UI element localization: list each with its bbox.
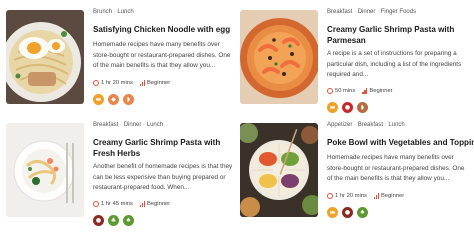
cook-time: 1 hr 20 mins xyxy=(101,80,133,86)
recipe-image[interactable] xyxy=(240,123,318,217)
recipe-title[interactable]: Poke Bowl with Vegetables and Toppings xyxy=(327,137,474,148)
ingredient-icons: ● ♣ ♠ xyxy=(93,215,237,226)
shrimp-icon: ◗ xyxy=(357,102,368,113)
recipe-image[interactable] xyxy=(6,123,84,217)
clock-icon xyxy=(327,193,333,199)
difficulty-level: Beginner xyxy=(146,201,171,207)
leaf-icon: ♠ xyxy=(357,207,368,218)
recipe-card[interactable]: AppetizerBreakfastLunch Poke Bowl with V… xyxy=(240,121,474,236)
recipe-meta: 50 mins Beginner xyxy=(327,87,471,95)
recipe-image[interactable] xyxy=(6,10,84,104)
shrimp-icon: ◗ xyxy=(123,94,134,105)
fish-icon: ◆ xyxy=(108,94,119,105)
tag[interactable]: Finger Foods xyxy=(375,9,416,15)
tag[interactable]: Appetizer xyxy=(327,122,352,128)
tag[interactable]: Dinner xyxy=(352,9,375,15)
recipe-description: A recipe is a set of instructions for pr… xyxy=(327,50,462,78)
cook-time: 50 mins xyxy=(335,88,356,94)
recipe-title[interactable]: Creamy Garlic Shrimp Pasta with Fresh He… xyxy=(93,137,237,159)
recipe-card[interactable]: BreakfastDinnerLunch Creamy Garlic Shrim… xyxy=(6,121,236,236)
clock-icon xyxy=(93,80,99,86)
difficulty-icon xyxy=(139,201,145,207)
herb-icon: ♣ xyxy=(108,215,119,226)
recipe-image[interactable] xyxy=(240,10,318,104)
recipe-meta: 1 hr 20 mins Beginner xyxy=(327,192,471,200)
tag[interactable]: Breakfast xyxy=(352,122,383,128)
recipe-meta: 1 hr 45 mins Beginner xyxy=(93,200,237,208)
bread-icon: ▬ xyxy=(327,102,338,113)
recipe-title[interactable]: Creamy Garlic Shrimp Pasta with Parmesan xyxy=(327,24,471,46)
clock-icon xyxy=(93,201,99,207)
recipe-tags: BrunchLunch xyxy=(93,8,237,17)
difficulty-level: Beginner xyxy=(146,80,171,86)
pepper-icon: ● xyxy=(342,102,353,113)
pepper-icon: ● xyxy=(93,215,104,226)
recipe-card[interactable]: BrunchLunch Satisfying Chicken Noodle wi… xyxy=(6,8,236,123)
ingredient-icons: ▬ ● ◗ xyxy=(327,102,471,113)
clock-icon xyxy=(327,88,333,94)
recipe-meta: 1 hr 20 mins Beginner xyxy=(93,79,237,87)
difficulty-icon xyxy=(362,88,368,94)
ingredient-icons: ▬ ◆ ◗ xyxy=(93,94,237,105)
recipe-card[interactable]: BreakfastDinnerFinger Foods Creamy Garli… xyxy=(240,8,470,123)
tag[interactable]: Lunch xyxy=(141,122,163,128)
recipe-tags: BreakfastDinnerLunch xyxy=(93,121,237,130)
tag[interactable]: Brunch xyxy=(93,9,112,15)
recipe-tags: AppetizerBreakfastLunch xyxy=(327,121,471,130)
tag[interactable]: Breakfast xyxy=(93,122,118,128)
leaf-icon: ♠ xyxy=(123,215,134,226)
difficulty-icon xyxy=(373,193,379,199)
cook-time: 1 hr 45 mins xyxy=(101,201,133,207)
cook-time: 1 hr 20 mins xyxy=(335,193,367,199)
pepper-icon: ● xyxy=(342,207,353,218)
tag[interactable]: Lunch xyxy=(383,122,405,128)
difficulty-level: Beginner xyxy=(369,88,393,94)
ingredient-icons: ▬ ● ♠ xyxy=(327,207,471,218)
recipe-title[interactable]: Satisfying Chicken Noodle with egg xyxy=(93,24,237,35)
difficulty-level: Beginner xyxy=(380,193,405,199)
bread-icon: ▬ xyxy=(93,94,104,105)
recipe-description: Homemade recipes have many benefits over… xyxy=(93,41,231,69)
tag[interactable]: Dinner xyxy=(118,122,141,128)
tag[interactable]: Breakfast xyxy=(327,9,352,15)
recipe-description: Homemade recipes have many benefits over… xyxy=(327,154,465,182)
tag[interactable]: Lunch xyxy=(112,9,134,15)
difficulty-icon xyxy=(139,80,145,86)
recipe-description: Another benefit of homemade recipes is t… xyxy=(93,163,233,191)
bread-icon: ▬ xyxy=(327,207,338,218)
recipe-tags: BreakfastDinnerFinger Foods xyxy=(327,8,471,17)
